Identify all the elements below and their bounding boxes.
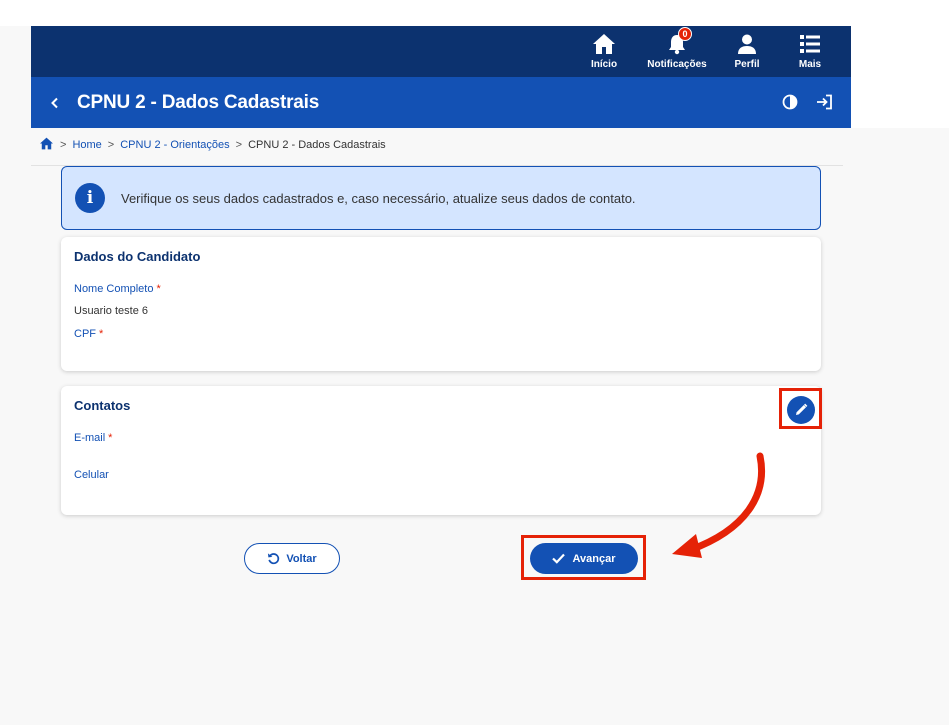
candidate-card-title: Dados do Candidato	[74, 249, 201, 264]
check-icon	[552, 553, 566, 564]
contrast-button[interactable]	[779, 91, 801, 113]
next-action-button[interactable]: Avançar	[530, 543, 638, 574]
chevron-left-icon	[51, 97, 58, 108]
name-label: Nome Completo *	[74, 283, 161, 295]
breadcrumb-home[interactable]: Home	[72, 139, 101, 151]
undo-icon	[268, 553, 280, 565]
email-label-text: E-mail	[74, 432, 106, 444]
info-alert: i Verifique os seus dados cadastrados e,…	[61, 166, 821, 230]
breadcrumb-current: CPNU 2 - Dados Cadastrais	[248, 139, 386, 151]
back-button[interactable]	[41, 89, 69, 117]
required-mark: *	[156, 283, 161, 295]
red-arrow-annotation	[672, 452, 765, 558]
nav-notificacoes[interactable]: 0 Notificações	[647, 26, 707, 77]
sign-in-icon	[816, 94, 832, 110]
cpf-label-text: CPF	[74, 328, 96, 340]
breadcrumb: > Home > CPNU 2 - Orientações > CPNU 2 -…	[39, 136, 386, 154]
pencil-icon	[796, 403, 808, 415]
user-icon	[736, 32, 758, 56]
back-action-button[interactable]: Voltar	[244, 543, 340, 574]
cpf-label: CPF *	[74, 328, 103, 340]
bell-icon: 0	[666, 27, 692, 56]
top-whitespace	[0, 0, 949, 26]
logout-button[interactable]	[813, 91, 835, 113]
candidate-card: Dados do Candidato Nome Completo * Usuari…	[61, 237, 821, 371]
name-label-text: Nome Completo	[74, 283, 154, 295]
nav-notificacoes-label: Notificações	[647, 59, 707, 70]
back-action-label: Voltar	[286, 552, 317, 565]
nav-mais-label: Mais	[798, 59, 822, 70]
name-value: Usuario teste 6	[74, 305, 148, 317]
next-action-label: Avançar	[572, 552, 616, 565]
phone-label: Celular	[74, 469, 109, 481]
list-icon	[799, 32, 821, 56]
breadcrumb-orientacoes[interactable]: CPNU 2 - Orientações	[120, 139, 229, 151]
nav-perfil[interactable]: Perfil	[731, 26, 763, 77]
top-nav-bar: Início 0 Notificações Perfil Mais	[31, 26, 851, 77]
home-icon	[592, 32, 616, 56]
right-whitespace	[851, 26, 949, 128]
breadcrumb-separator: >	[107, 139, 115, 151]
page-title: CPNU 2 - Dados Cadastrais	[77, 91, 320, 113]
nav-inicio-label: Início	[590, 59, 618, 70]
email-label: E-mail *	[74, 432, 112, 444]
required-mark: *	[108, 432, 113, 444]
title-bar: CPNU 2 - Dados Cadastrais	[31, 77, 851, 128]
edit-contacts-button[interactable]	[787, 396, 815, 424]
breadcrumb-separator: >	[60, 139, 67, 151]
alert-message: Verifique os seus dados cadastrados e, c…	[121, 190, 636, 206]
nav-inicio[interactable]: Início	[589, 26, 619, 77]
contacts-card-title: Contatos	[74, 398, 131, 413]
contrast-icon	[782, 94, 798, 110]
nav-perfil-label: Perfil	[734, 59, 760, 70]
notification-badge: 0	[678, 27, 692, 41]
breadcrumb-separator: >	[235, 139, 243, 151]
nav-mais[interactable]: Mais	[795, 26, 825, 77]
info-icon: i	[75, 183, 105, 213]
required-mark: *	[99, 328, 104, 340]
home-icon[interactable]	[39, 137, 54, 153]
